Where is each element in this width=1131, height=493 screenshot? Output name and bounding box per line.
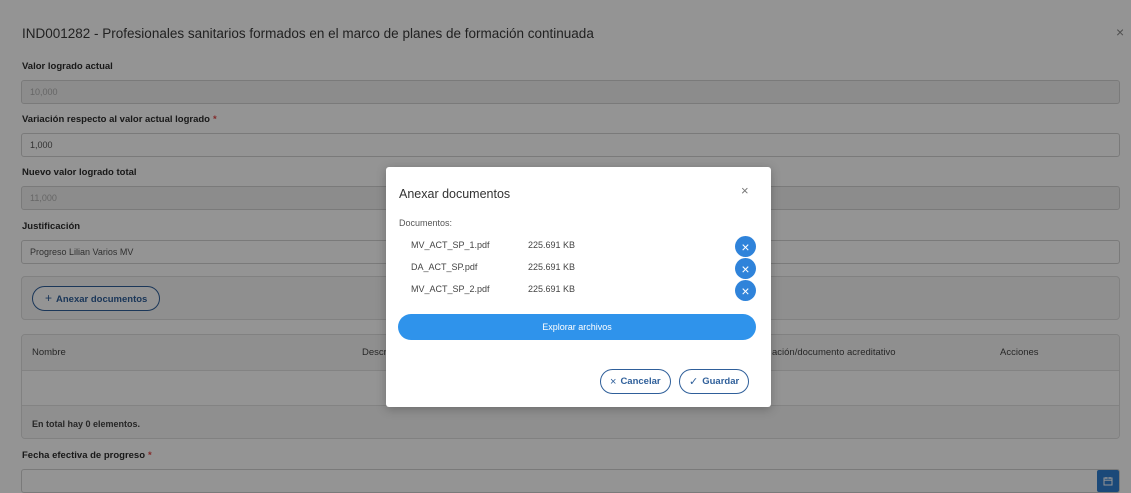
document-item: MV_ACT_SP_2.pdf 225.691 KB × (386, 280, 771, 301)
document-name: DA_ACT_SP.pdf (411, 262, 478, 272)
close-icon: × (610, 375, 617, 388)
document-item: DA_ACT_SP.pdf 225.691 KB × (386, 258, 771, 279)
save-button[interactable]: ✓ Guardar (679, 369, 750, 394)
remove-document-button[interactable]: × (735, 236, 756, 257)
remove-document-button[interactable]: × (735, 280, 756, 301)
documents-label: Documentos: (399, 218, 453, 228)
check-icon: ✓ (689, 376, 699, 388)
explorar-archivos-button[interactable]: Explorar archivos (398, 314, 756, 340)
modal-close-icon[interactable]: × (741, 183, 749, 198)
cancel-label: Cancelar (620, 376, 661, 387)
document-item: MV_ACT_SP_1.pdf 225.691 KB × (386, 236, 771, 257)
document-size: 225.691 KB (528, 262, 576, 272)
remove-document-button[interactable]: × (735, 258, 756, 279)
anexar-documentos-modal: Anexar documentos × Documentos: MV_ACT_S… (386, 167, 771, 407)
modal-title: Anexar documentos (399, 187, 511, 201)
save-label: Guardar (702, 376, 740, 387)
document-size: 225.691 KB (528, 284, 576, 294)
document-name: MV_ACT_SP_2.pdf (411, 284, 490, 294)
document-size: 225.691 KB (528, 240, 576, 250)
cancel-button[interactable]: × Cancelar (600, 369, 671, 394)
document-name: MV_ACT_SP_1.pdf (411, 240, 490, 250)
